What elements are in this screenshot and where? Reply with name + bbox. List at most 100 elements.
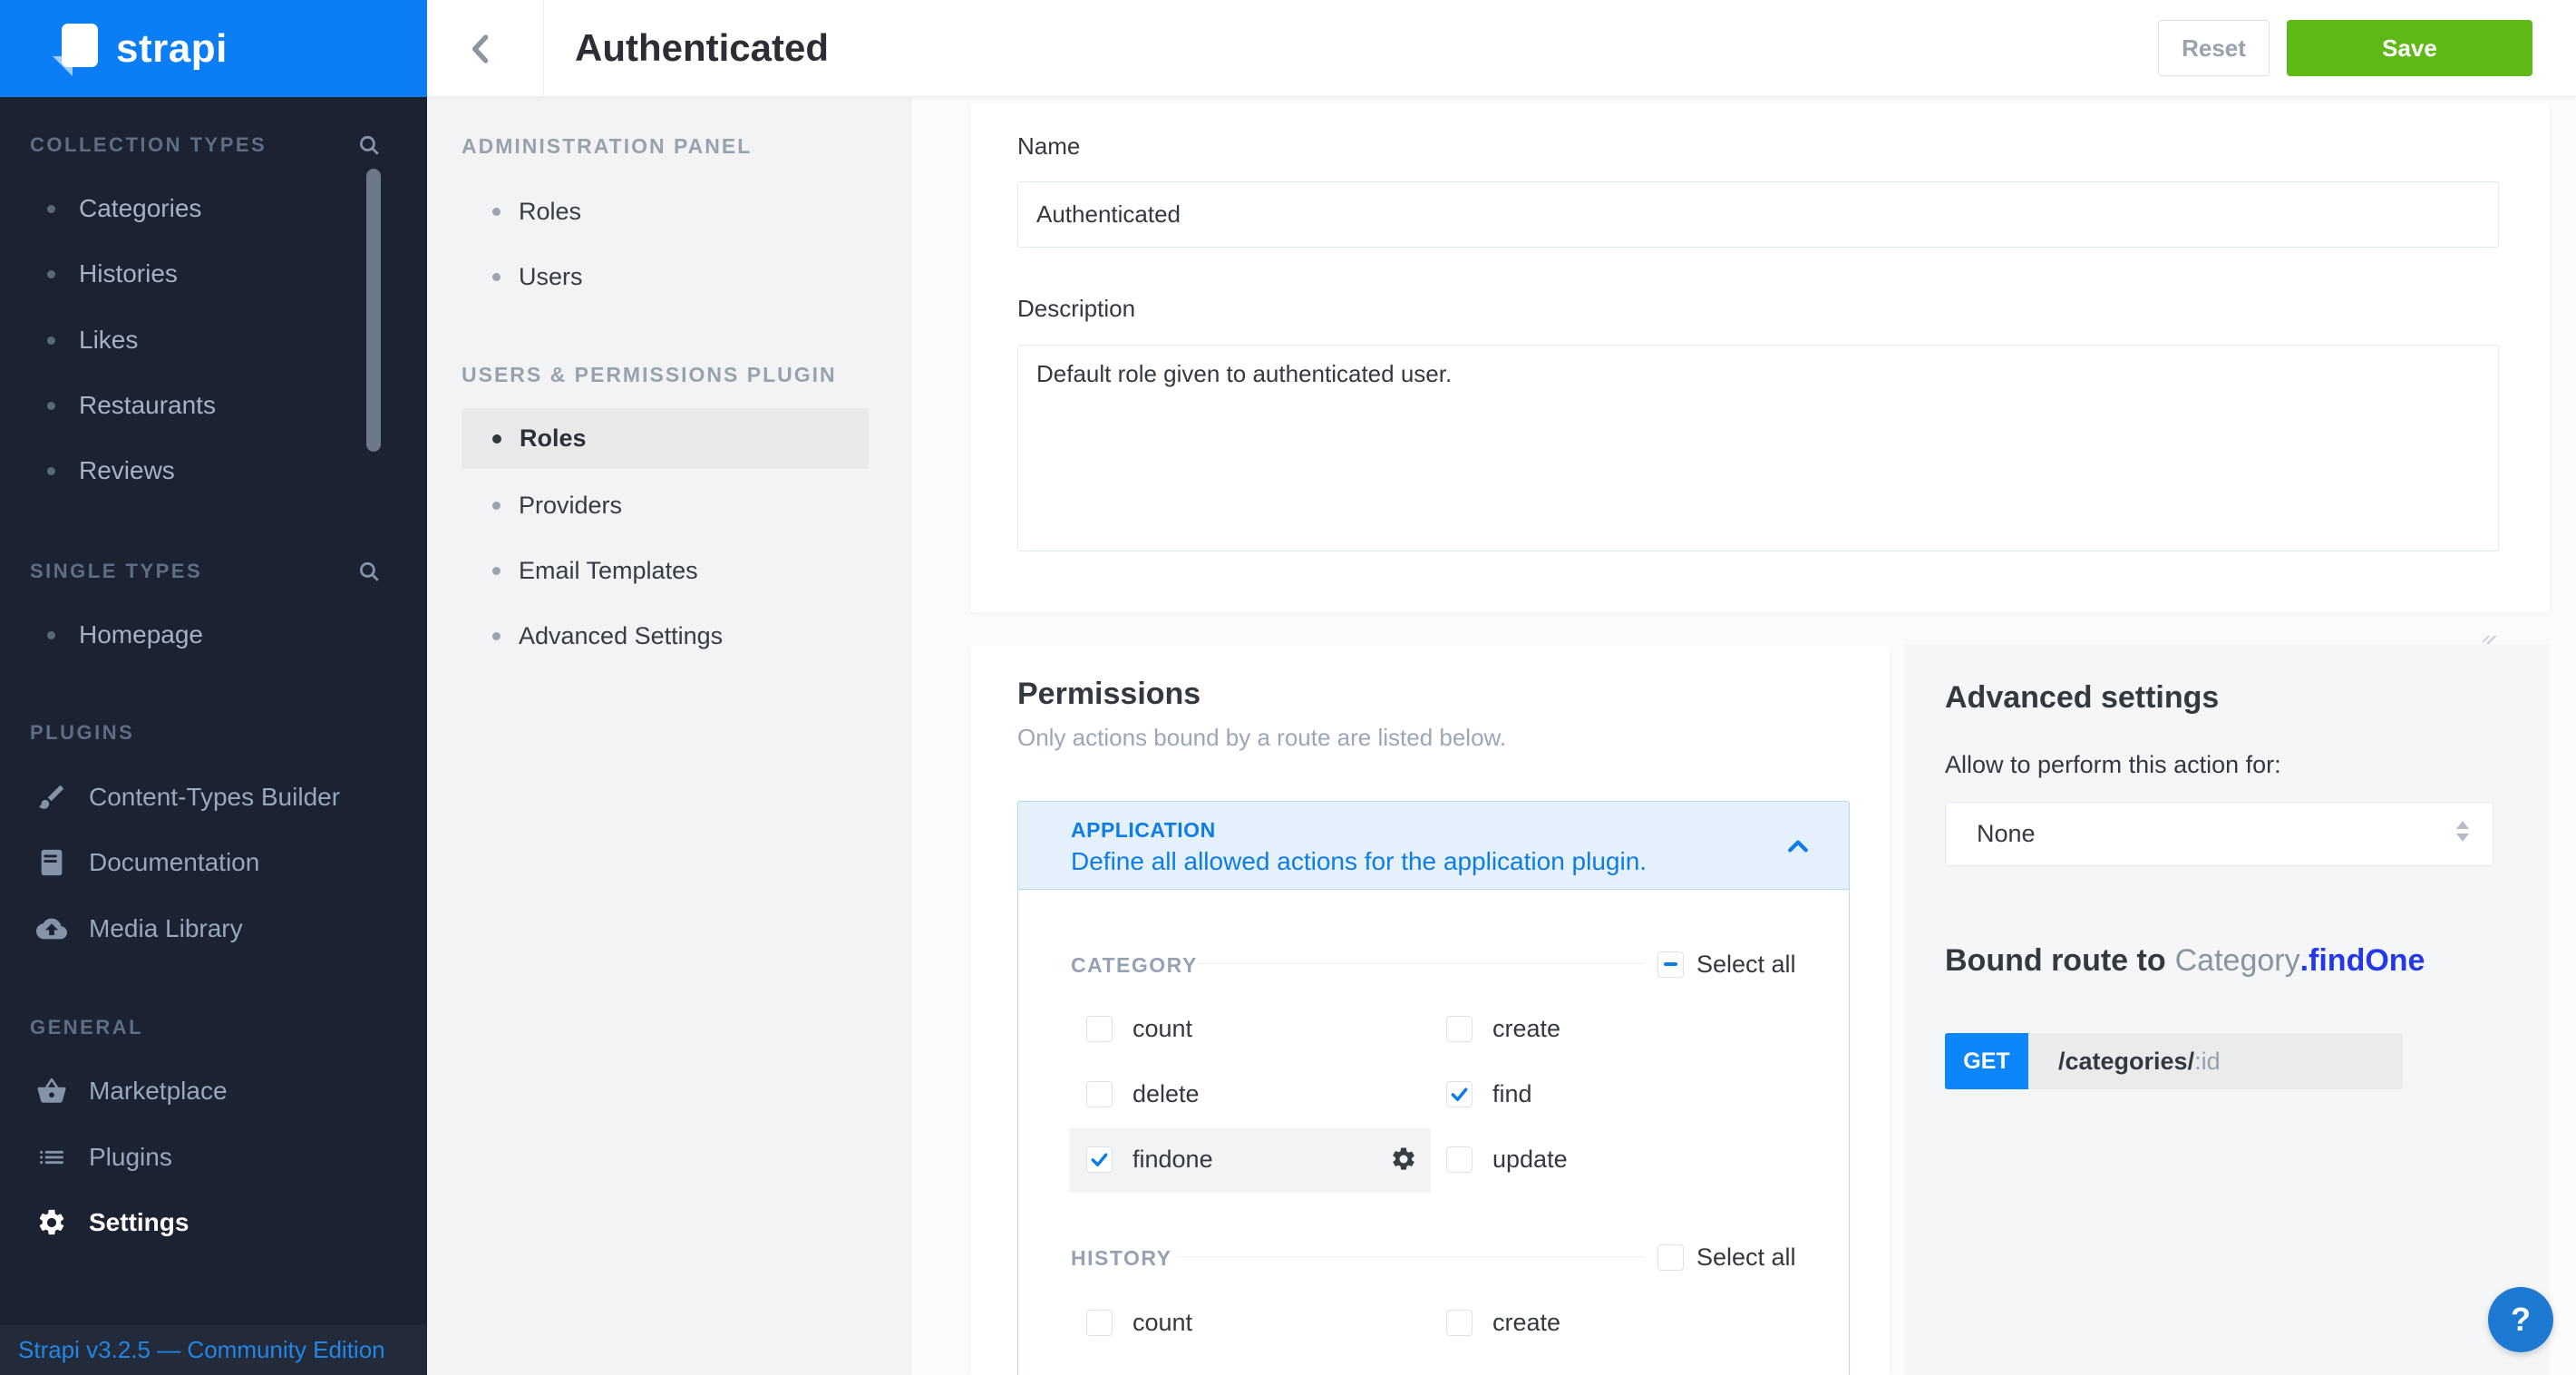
action-update[interactable]: update (1446, 1146, 1568, 1173)
back-button[interactable] (462, 29, 501, 69)
category-select-all[interactable]: Select all (1657, 951, 1796, 978)
subnav-group-up-plugin-header: USERS & PERMISSIONS PLUGIN (462, 362, 837, 387)
role-form-card: Name Description (970, 102, 2550, 612)
reset-button[interactable]: Reset (2158, 20, 2270, 76)
sidebar-item-likes[interactable]: Likes (0, 324, 138, 356)
action-label[interactable]: find (1492, 1080, 1532, 1108)
strapi-logo[interactable]: strapi (0, 0, 427, 97)
checkbox-checked[interactable] (1446, 1081, 1473, 1107)
action-history-count[interactable]: count (1086, 1309, 1192, 1336)
sidebar-item-label: Content-Types Builder (89, 783, 340, 812)
name-label: Name (1017, 132, 1080, 161)
bullet-icon (492, 434, 501, 444)
chevron-up-icon[interactable] (1784, 833, 1812, 860)
route-path-main: /categories/ (2058, 1048, 2194, 1076)
checkbox-checked[interactable] (1086, 1146, 1113, 1173)
application-accordion: APPLICATION Define all allowed actions f… (1017, 801, 1850, 1375)
sidebar-footer: Strapi v3.2.5 — Community Edition (0, 1325, 427, 1375)
description-textarea[interactable] (1017, 345, 2499, 551)
version-link[interactable]: Strapi v3.2.5 — Community Edition (18, 1336, 385, 1364)
sidebar-item-documentation[interactable]: Documentation (0, 846, 259, 879)
sidebar-item-content-types-builder[interactable]: Content-Types Builder (0, 781, 340, 814)
bullet-icon (47, 631, 55, 639)
subnav-item-providers[interactable]: Providers (462, 487, 622, 523)
gear-icon (36, 1207, 67, 1238)
sidebar-item-label: Homepage (79, 620, 203, 649)
allow-action-select[interactable]: None (1945, 802, 2493, 866)
checkbox-unchecked[interactable] (1086, 1016, 1113, 1042)
checkbox-unchecked[interactable] (1446, 1016, 1473, 1042)
sidebar-item-label: Settings (89, 1208, 189, 1237)
brush-icon (36, 782, 67, 813)
bullet-icon (47, 402, 55, 410)
settings-subnav: ADMINISTRATION PANEL Roles Users USERS &… (427, 97, 912, 1375)
sidebar-item-restaurants[interactable]: Restaurants (0, 389, 216, 422)
sidebar-item-marketplace[interactable]: Marketplace (0, 1075, 228, 1107)
action-findone[interactable]: findone (1086, 1146, 1213, 1173)
category-section-label: CATEGORY (1071, 953, 1198, 978)
bullet-icon (47, 467, 55, 475)
action-label[interactable]: create (1492, 1015, 1560, 1043)
action-count[interactable]: count (1086, 1015, 1192, 1042)
sidebar-item-label: Histories (79, 259, 178, 288)
history-select-all[interactable]: Select all (1657, 1243, 1796, 1271)
subnav-item-users[interactable]: Users (462, 258, 583, 295)
action-settings-gear-icon[interactable] (1390, 1146, 1417, 1173)
action-find[interactable]: find (1446, 1080, 1532, 1107)
advanced-settings-panel: Advanced settings Allow to perform this … (1904, 644, 2550, 1375)
strapi-admin-app: strapi COLLECTION TYPES Categories Histo… (0, 0, 2576, 1375)
action-label[interactable]: create (1492, 1309, 1560, 1337)
action-history-create[interactable]: create (1446, 1309, 1560, 1336)
list-icon (36, 1142, 67, 1173)
bullet-icon (492, 273, 501, 281)
subnav-item-label: Email Templates (519, 557, 698, 585)
application-accordion-header[interactable]: APPLICATION Define all allowed actions f… (1017, 801, 1850, 890)
checkbox-unchecked[interactable] (1086, 1310, 1113, 1336)
book-icon (36, 847, 67, 878)
sidebar-item-settings[interactable]: Settings (0, 1206, 189, 1239)
sidebar-item-histories[interactable]: Histories (0, 258, 178, 290)
sidebar-item-homepage[interactable]: Homepage (0, 619, 203, 651)
route-path-param: :id (2194, 1048, 2221, 1076)
checkbox-unchecked[interactable] (1446, 1146, 1473, 1173)
sidebar-item-plugins[interactable]: Plugins (0, 1141, 172, 1174)
action-label[interactable]: update (1492, 1146, 1568, 1174)
select-all-checkbox-unchecked[interactable] (1657, 1244, 1684, 1271)
select-all-label[interactable]: Select all (1696, 951, 1796, 979)
sidebar-item-reviews[interactable]: Reviews (0, 454, 175, 487)
action-create[interactable]: create (1446, 1015, 1560, 1042)
action-label[interactable]: count (1132, 1309, 1192, 1337)
subnav-item-label: Roles (519, 198, 581, 226)
action-delete[interactable]: delete (1086, 1080, 1200, 1107)
main-sidebar: strapi COLLECTION TYPES Categories Histo… (0, 0, 427, 1375)
subnav-item-roles-plugin-active[interactable]: Roles (462, 408, 869, 469)
select-all-label[interactable]: Select all (1696, 1243, 1796, 1272)
sidebar-item-categories[interactable]: Categories (0, 192, 201, 225)
save-button[interactable]: Save (2287, 20, 2532, 76)
sidebar-scrollbar-thumb[interactable] (366, 169, 381, 452)
advanced-settings-title: Advanced settings (1945, 680, 2219, 716)
strapi-logo-icon (47, 22, 100, 76)
sidebar-item-label: Likes (79, 326, 138, 355)
checkbox-unchecked[interactable] (1086, 1081, 1113, 1107)
permissions-subtitle: Only actions bound by a route are listed… (1017, 724, 1506, 752)
checkbox-unchecked[interactable] (1446, 1310, 1473, 1336)
bound-route-heading: Bound route toCategory.findOne (1945, 943, 2425, 979)
action-label[interactable]: delete (1132, 1080, 1200, 1108)
subnav-item-roles-admin[interactable]: Roles (462, 193, 581, 229)
search-icon[interactable] (357, 560, 381, 583)
bullet-icon (492, 632, 501, 640)
action-label[interactable]: count (1132, 1015, 1192, 1043)
name-input[interactable] (1017, 181, 2499, 248)
select-all-checkbox-indeterminate[interactable] (1657, 951, 1684, 978)
subnav-item-label: Providers (519, 492, 622, 520)
check-icon (1089, 1149, 1110, 1170)
help-button[interactable]: ? (2488, 1287, 2553, 1352)
action-label[interactable]: findone (1132, 1146, 1213, 1174)
subnav-item-advanced-settings[interactable]: Advanced Settings (462, 618, 723, 654)
subnav-item-email-templates[interactable]: Email Templates (462, 552, 698, 589)
page-title: Authenticated (575, 0, 829, 96)
search-icon[interactable] (357, 133, 381, 157)
http-method-badge: GET (1945, 1033, 2028, 1089)
sidebar-item-media-library[interactable]: Media Library (0, 912, 243, 945)
